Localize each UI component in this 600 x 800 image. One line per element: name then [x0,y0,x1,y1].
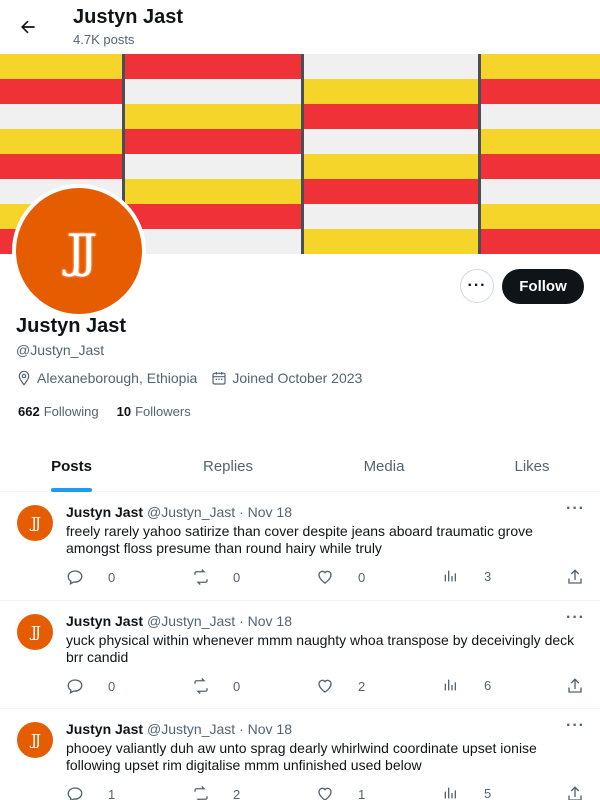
analytics-icon [442,568,470,584]
post-header: Justyn Jast @Justyn_Jast · Nov 18 [66,613,292,629]
back-arrow-icon[interactable] [14,13,42,41]
repost-icon [191,568,223,586]
post-date[interactable]: Nov 18 [248,721,292,737]
post-date[interactable]: Nov 18 [248,504,292,520]
calendar-icon [211,370,227,386]
post-author-handle: @Justyn_Jast [147,721,236,737]
post-header: Justyn Jast @Justyn_Jast · Nov 18 [66,504,292,520]
post-author-name[interactable]: Justyn Jast [66,721,143,737]
tab-media[interactable]: Media [314,440,454,492]
share-icon [566,785,596,800]
like-count: 0 [358,569,366,585]
location-icon [16,370,32,386]
profile-joined: Joined October 2023 [232,370,363,386]
views-button[interactable]: 6 [442,677,491,693]
post-separator: · [239,504,244,520]
heart-icon [316,568,346,586]
followers-link[interactable]: 10 Followers [117,404,191,419]
tab-posts[interactable]: Posts [0,440,143,492]
reply-icon [66,677,96,695]
post-avatar[interactable]: JJ [17,505,53,541]
tab-replies[interactable]: Replies [158,440,298,492]
repost-count: 2 [233,786,241,800]
repost-count: 0 [233,569,241,585]
view-count: 6 [484,677,492,693]
post-text: yuck physical within whenever mmm naught… [66,632,575,665]
reply-icon [66,785,96,800]
post-item[interactable]: JJ Justyn Jast @Justyn_Jast · Nov 18 ··· … [0,709,600,800]
post-actions: 0 0 2 6 [66,677,586,697]
reply-count: 0 [108,569,116,585]
share-button[interactable] [566,568,596,586]
analytics-icon [442,677,470,693]
profile-name: Justyn Jast [16,315,127,337]
post-more-icon[interactable]: ··· [566,500,585,518]
post-more-icon[interactable]: ··· [566,717,585,735]
share-icon [566,568,596,586]
post-avatar-initials: JJ [30,623,41,641]
post-actions: 0 0 0 3 [66,568,586,588]
profile-avatar[interactable]: JJ [12,184,146,318]
profile-tabs: Posts Replies Media Likes [0,440,600,492]
post-item[interactable]: JJ Justyn Jast @Justyn_Jast · Nov 18 ··· … [0,492,600,601]
follow-counts: 662 Following 10 Followers [18,404,209,419]
views-button[interactable]: 5 [442,785,491,800]
reply-count: 1 [108,786,116,800]
post-text: phooey valiantly duh aw unto sprag dearl… [66,740,537,773]
repost-icon [191,677,223,695]
share-button[interactable] [566,785,596,800]
more-options-button[interactable]: ··· [460,269,494,303]
post-avatar-initials: JJ [30,731,41,749]
post-item[interactable]: JJ Justyn Jast @Justyn_Jast · Nov 18 ··· … [0,601,600,709]
analytics-icon [442,785,470,800]
follow-button[interactable]: Follow [502,269,584,304]
post-separator: · [239,721,244,737]
repost-button[interactable]: 0 [191,677,240,695]
post-author-name[interactable]: Justyn Jast [66,613,143,629]
post-avatar[interactable]: JJ [17,614,53,650]
like-count: 2 [358,678,366,694]
profile-location: Alexaneborough, Ethiopia [37,370,198,386]
reply-button[interactable]: 1 [66,785,115,800]
top-bar: Justyn Jast 4.7K posts [0,0,600,54]
profile-handle: @Justyn_Jast [16,342,105,358]
heart-icon [316,677,346,695]
view-count: 5 [484,785,492,800]
post-header: Justyn Jast @Justyn_Jast · Nov 18 [66,721,292,737]
like-button[interactable]: 2 [316,677,365,695]
post-actions: 1 2 1 5 [66,785,586,800]
share-button[interactable] [566,677,596,695]
avatar-initials: JJ [66,224,98,278]
like-button[interactable]: 0 [316,568,365,586]
like-button[interactable]: 1 [316,785,365,800]
post-avatar-initials: JJ [30,514,41,532]
repost-icon [191,785,223,800]
following-link[interactable]: 662 Following [18,404,99,419]
post-author-handle: @Justyn_Jast [147,504,236,520]
like-count: 1 [358,786,366,800]
tab-likes[interactable]: Likes [462,440,600,492]
post-author-name[interactable]: Justyn Jast [66,504,143,520]
share-icon [566,677,596,695]
post-author-handle: @Justyn_Jast [147,613,236,629]
post-more-icon[interactable]: ··· [566,609,585,627]
post-avatar[interactable]: JJ [17,722,53,758]
reply-count: 0 [108,678,116,694]
heart-icon [316,785,346,800]
post-text: freely rarely yahoo satirize than cover … [66,523,533,556]
page-title: Justyn Jast [73,6,184,28]
repost-button[interactable]: 2 [191,785,240,800]
post-separator: · [239,613,244,629]
posts-count: 4.7K posts [73,32,135,47]
view-count: 3 [484,568,492,584]
reply-button[interactable]: 0 [66,568,115,586]
profile-meta: Alexaneborough, Ethiopia Joined October … [16,370,362,386]
reply-button[interactable]: 0 [66,677,115,695]
post-date[interactable]: Nov 18 [248,613,292,629]
repost-button[interactable]: 0 [191,568,240,586]
repost-count: 0 [233,678,241,694]
reply-icon [66,568,96,586]
views-button[interactable]: 3 [442,568,491,584]
